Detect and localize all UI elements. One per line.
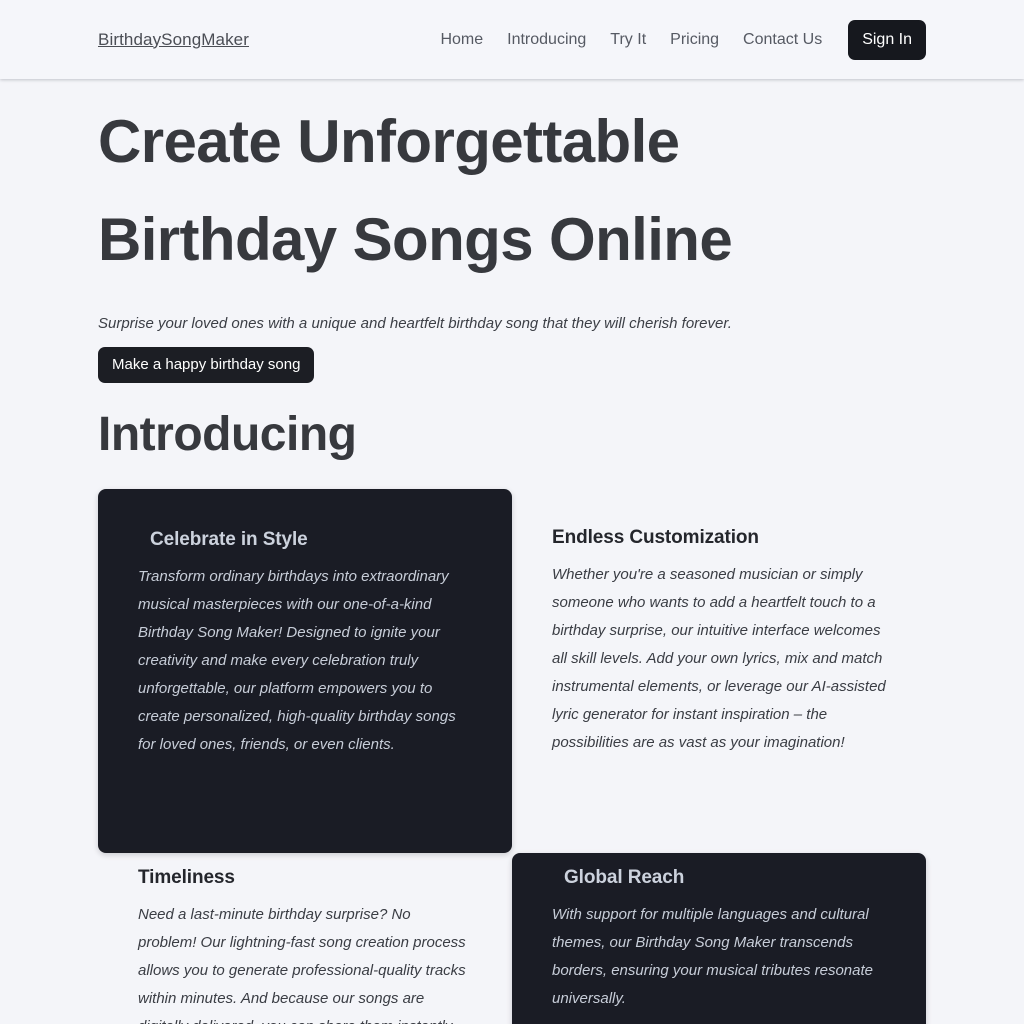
- feature-card-title: Endless Customization: [552, 527, 759, 549]
- nav-link-home[interactable]: Home: [440, 31, 483, 49]
- feature-card-endless-customization[interactable]: Endless Customization Whether you're a s…: [512, 489, 926, 853]
- feature-card-body: Whether you're a seasoned musician or si…: [552, 566, 886, 752]
- feature-card-title: Timeliness: [138, 867, 235, 889]
- page-title: Create Unforgettable Birthday Songs Onli…: [98, 108, 733, 273]
- main-navigation: Home Introducing Try It Pricing Contact …: [440, 19, 926, 60]
- header-inner: BirthdaySongMaker Home Introducing Try I…: [0, 19, 1024, 60]
- page-content: Create Unforgettable Birthday Songs Onli…: [0, 79, 1024, 1024]
- make-song-button[interactable]: Make a happy birthday song: [98, 346, 315, 383]
- section-title-introducing: Introducing: [98, 407, 357, 461]
- feature-card-title: Celebrate in Style: [150, 529, 308, 551]
- feature-card-timeliness[interactable]: Timeliness Need a last-minute birthday s…: [98, 853, 512, 1024]
- feature-card-celebrate-in-style[interactable]: Celebrate in Style Transform ordinary bi…: [98, 489, 512, 854]
- feature-card-global-reach[interactable]: Global Reach With support for multiple l…: [512, 853, 926, 1024]
- feature-card-body: With support for multiple languages and …: [552, 906, 873, 1008]
- nav-link-pricing[interactable]: Pricing: [670, 31, 719, 49]
- nav-link-contact-us[interactable]: Contact Us: [743, 31, 822, 49]
- feature-card-grid: Celebrate in Style Transform ordinary bi…: [98, 489, 926, 1024]
- nav-link-try-it[interactable]: Try It: [610, 31, 646, 49]
- brand-logo[interactable]: BirthdaySongMaker: [98, 30, 249, 50]
- hero-subtitle: Surprise your loved ones with a unique a…: [98, 315, 732, 332]
- feature-card-title: Global Reach: [564, 867, 685, 889]
- sign-in-button[interactable]: Sign In: [848, 19, 926, 60]
- feature-card-body: Transform ordinary birthdays into extrao…: [138, 568, 456, 754]
- introducing-section: Introducing Celebrate in Style Transform…: [98, 407, 926, 1024]
- feature-card-body: Need a last-minute birthday surprise? No…: [138, 906, 466, 1024]
- site-header: BirthdaySongMaker Home Introducing Try I…: [0, 0, 1024, 79]
- hero-section: Create Unforgettable Birthday Songs Onli…: [98, 79, 926, 383]
- nav-link-introducing[interactable]: Introducing: [507, 31, 586, 49]
